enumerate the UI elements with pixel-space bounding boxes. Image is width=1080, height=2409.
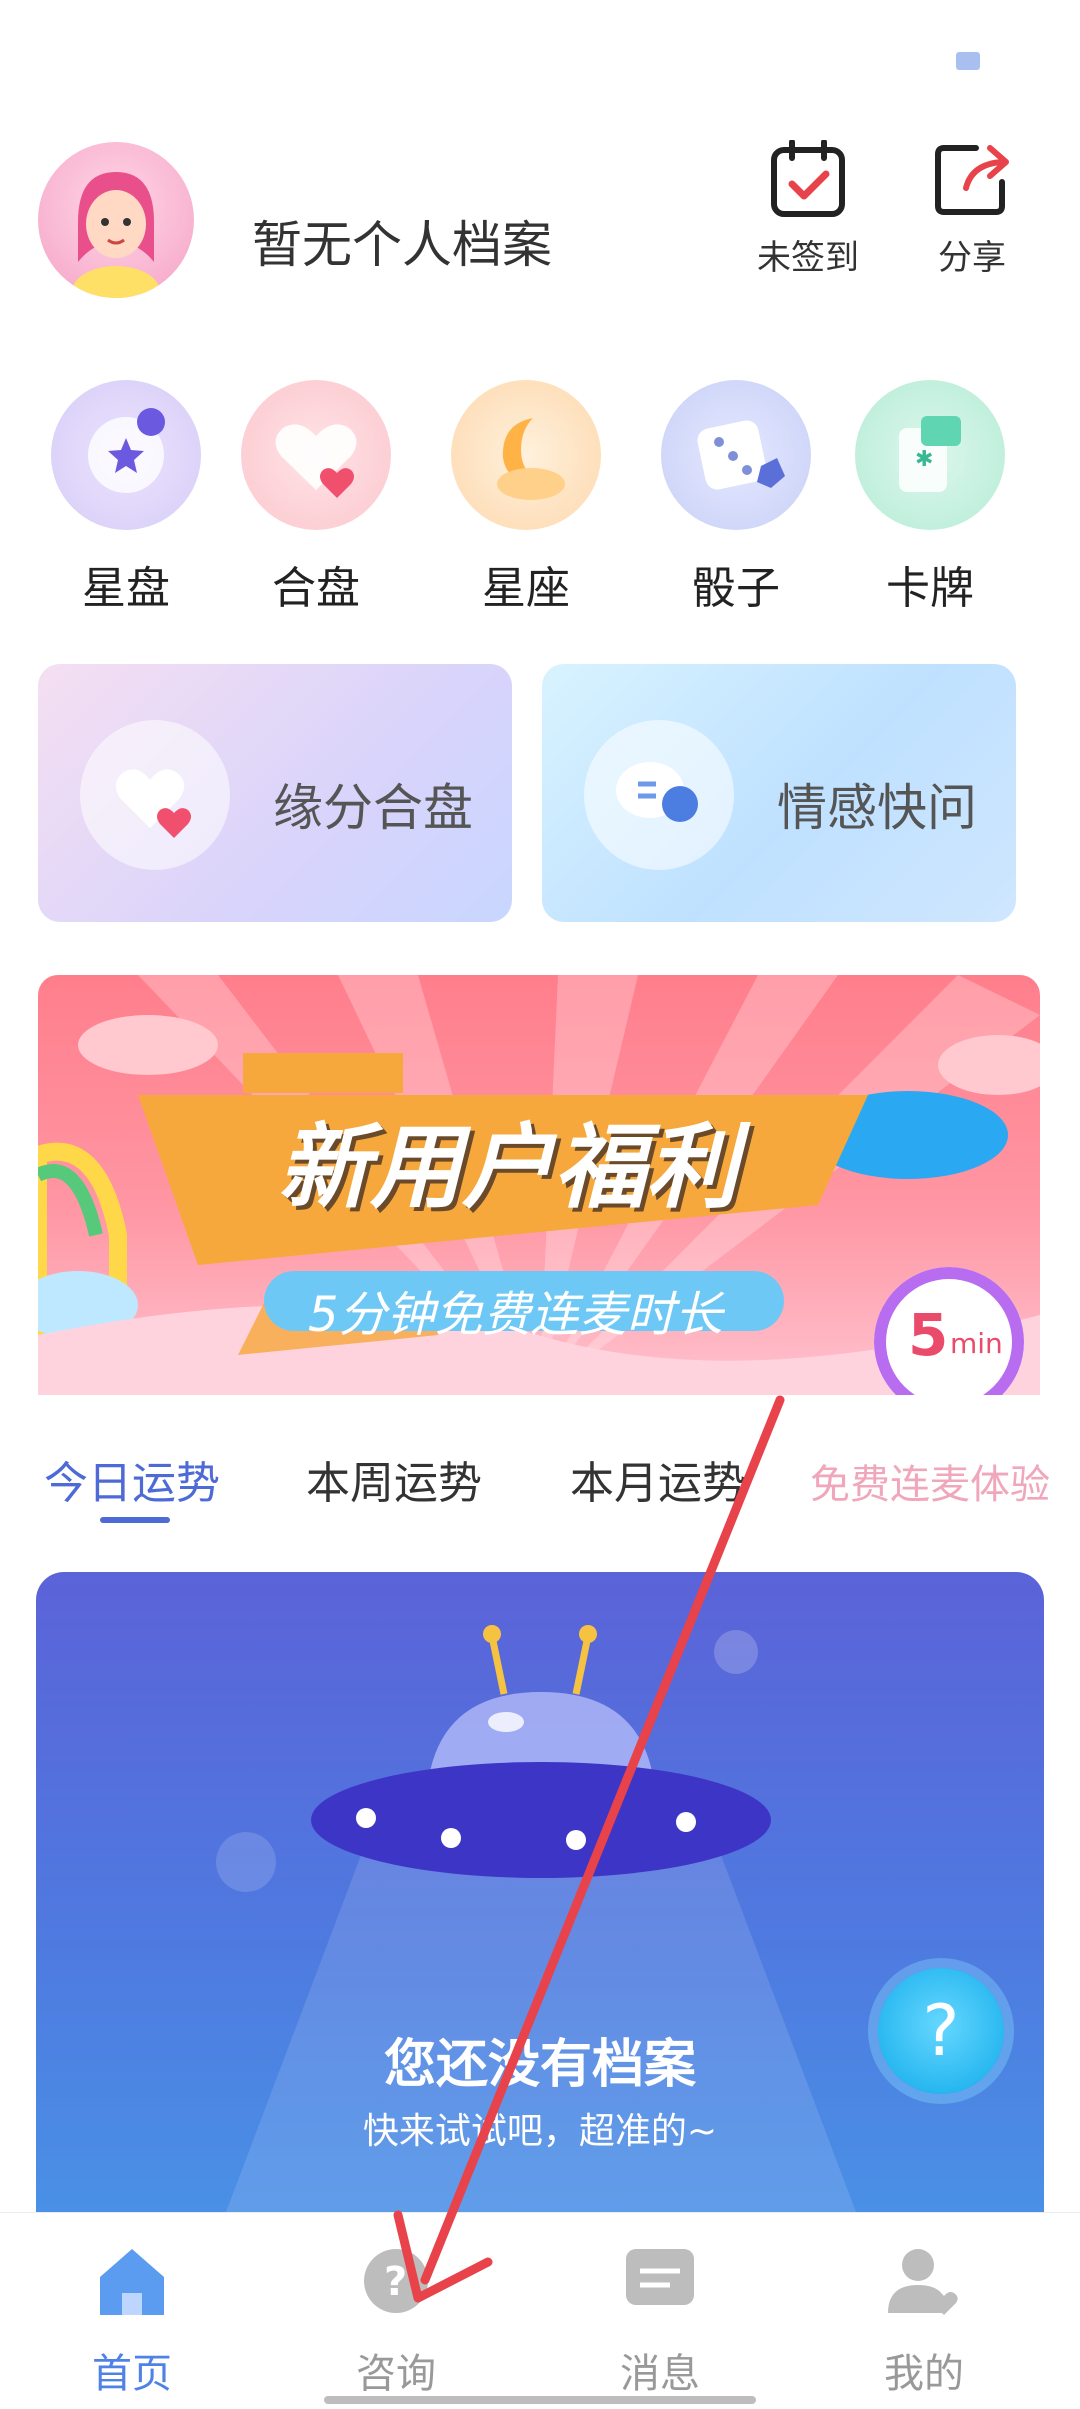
svg-text:✱: ✱ bbox=[915, 447, 933, 472]
svg-text:?: ? bbox=[384, 2259, 407, 2305]
nav-consult[interactable]: ? 咨询 bbox=[316, 2243, 476, 2399]
badge-unit: min bbox=[950, 1327, 1003, 1360]
free-trial-promo[interactable]: 免费连麦体验 bbox=[810, 1452, 1050, 1510]
tab-week[interactable]: 本周运势 bbox=[306, 1447, 482, 1511]
checkin-button[interactable]: 未签到 bbox=[748, 139, 868, 279]
banner-subtitle: 5分钟免费连麦时长 bbox=[308, 1287, 723, 1343]
nav-label: 我的 bbox=[884, 2351, 964, 2397]
category-zodiac[interactable]: 星座 bbox=[446, 380, 606, 616]
match-card[interactable]: 缘分合盘 bbox=[38, 664, 512, 922]
category-label: 卡牌 bbox=[886, 563, 974, 614]
category-dice[interactable]: 骰子 bbox=[656, 380, 816, 616]
checkin-label: 未签到 bbox=[757, 238, 859, 278]
message-icon bbox=[626, 2249, 694, 2305]
banner-title: 新用户福利 bbox=[278, 1114, 739, 1221]
home-icon bbox=[100, 2249, 164, 2315]
nav-profile[interactable]: 我的 bbox=[844, 2243, 1004, 2399]
home-indicator bbox=[324, 2396, 756, 2404]
dice-icon bbox=[661, 380, 811, 530]
fortune-card[interactable]: 您还没有档案 快来试试吧，超准的~ bbox=[36, 1572, 1044, 2212]
profile-title[interactable]: 暂无个人档案 bbox=[252, 205, 552, 277]
chat-bubble-icon bbox=[584, 720, 734, 870]
category-star-chart[interactable]: 星盘 bbox=[46, 380, 206, 616]
calendar-check-icon bbox=[771, 139, 845, 217]
moon-cloud-icon bbox=[451, 380, 601, 530]
nav-label: 首页 bbox=[92, 2351, 172, 2397]
share-label: 分享 bbox=[938, 238, 1006, 278]
category-label: 合盘 bbox=[272, 563, 360, 614]
new-user-banner[interactable]: 新用户福利 5分钟免费连麦时长 5 min bbox=[38, 975, 1040, 1395]
share-icon bbox=[935, 145, 1009, 215]
nav-label: 咨询 bbox=[356, 2351, 436, 2397]
category-tarot[interactable]: ✱ 卡牌 bbox=[850, 380, 1010, 616]
profile-icon bbox=[888, 2249, 958, 2315]
ask-card[interactable]: 情感快问 bbox=[542, 664, 1016, 922]
fortune-subtitle: 快来试试吧，超准的~ bbox=[362, 2111, 718, 2152]
question-chat-icon: ? bbox=[364, 2249, 428, 2313]
heart-match-icon bbox=[241, 380, 391, 530]
question-icon: ? bbox=[922, 1990, 960, 2072]
bottom-nav: 首页 ? 咨询 消息 我的 bbox=[0, 2212, 1080, 2409]
ask-card-label: 情感快问 bbox=[777, 779, 977, 837]
tab-today[interactable]: 今日运势 bbox=[44, 1447, 220, 1511]
star-chart-icon bbox=[51, 380, 201, 530]
nav-label: 消息 bbox=[620, 2351, 700, 2397]
share-button[interactable]: 分享 bbox=[912, 140, 1032, 279]
help-button[interactable]: ? bbox=[878, 1968, 1004, 2094]
nav-home[interactable]: 首页 bbox=[52, 2243, 212, 2399]
category-heart-match[interactable]: 合盘 bbox=[236, 380, 396, 616]
avatar[interactable] bbox=[38, 142, 194, 298]
nav-messages[interactable]: 消息 bbox=[580, 2243, 740, 2399]
heart-match-icon bbox=[80, 720, 230, 870]
match-card-label: 缘分合盘 bbox=[273, 779, 473, 837]
tarot-card-icon: ✱ bbox=[855, 380, 1005, 530]
status-indicator bbox=[956, 52, 980, 70]
tab-month[interactable]: 本月运势 bbox=[570, 1447, 746, 1511]
tab-underline bbox=[100, 1517, 170, 1523]
avatar-illustration bbox=[72, 172, 160, 298]
category-label: 骰子 bbox=[692, 563, 780, 614]
category-label: 星座 bbox=[482, 563, 570, 614]
category-label: 星盘 bbox=[82, 563, 170, 614]
badge-number: 5 bbox=[908, 1301, 949, 1369]
